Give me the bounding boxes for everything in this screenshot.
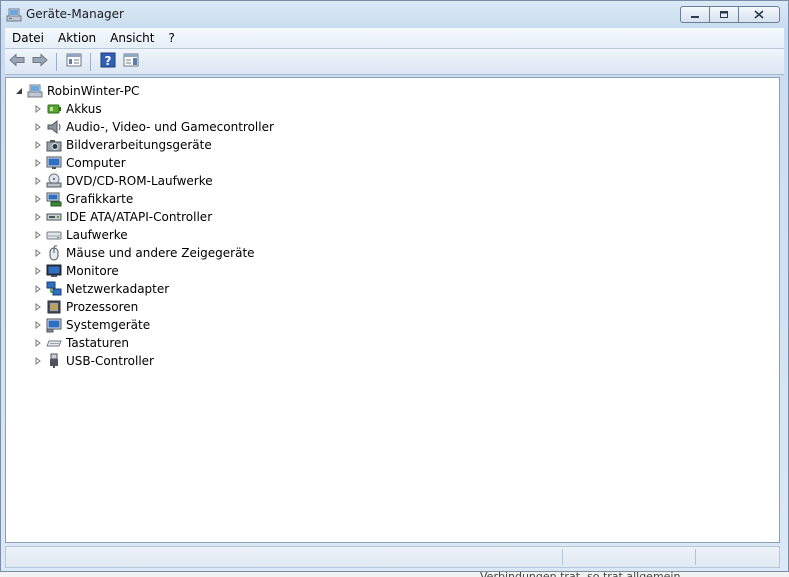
expand-arrow-icon[interactable] [33,249,42,258]
tree-item-label: Tastaturen [66,336,129,350]
tree-item-label: DVD/CD-ROM-Laufwerke [66,174,213,188]
device-tree[interactable]: RobinWinter-PC Akkus Audio-, Video- und … [5,77,780,543]
tree-item-systemgeraete[interactable]: Systemgeräte [33,316,150,334]
expand-arrow-icon[interactable] [33,357,42,366]
tree-item-label: Mäuse und andere Zeigegeräte [66,246,255,260]
menu-datei[interactable]: Datei [5,28,51,48]
tree-item-ide[interactable]: IDE ATA/ATAPI-Controller [33,208,212,226]
tree-item-label: Monitore [66,264,119,278]
tree-item-label: Netzwerkadapter [66,282,170,296]
device-manager-app-icon [6,7,22,23]
tree-item-label: Systemgeräte [66,318,151,332]
tree-item-monitore[interactable]: Monitore [33,262,119,280]
network-adapter-icon [46,281,62,297]
tree-item-label: Bildverarbeitungsgeräte [66,138,212,152]
tree-item-netzwerkadapter[interactable]: Netzwerkadapter [33,280,169,298]
minimize-button[interactable] [680,6,710,23]
forward-button[interactable] [29,52,51,72]
tree-item-dvd[interactable]: DVD/CD-ROM-Laufwerke [33,172,213,190]
toolbar-separator [56,52,57,71]
maximize-button[interactable] [709,6,739,23]
expand-arrow-icon[interactable] [33,213,42,222]
restore-icon [719,8,729,22]
tree-item-label: Audio-, Video- und Gamecontroller [66,120,274,134]
tree-root-node[interactable]: RobinWinter-PC [14,82,139,100]
action-pane-button[interactable] [120,52,142,72]
window-title: Geräte-Manager [26,7,124,21]
usb-icon [46,353,62,369]
expand-arrow-icon[interactable] [33,285,42,294]
expand-arrow-icon[interactable] [33,195,42,204]
system-devices-icon [46,317,62,333]
tree-item-label: Akkus [66,102,102,116]
close-icon [754,8,764,22]
expand-arrow-icon[interactable] [33,303,42,312]
speaker-icon [46,119,62,135]
computer-icon [46,155,62,171]
tree-item-label: Laufwerke [66,228,128,242]
expand-arrow-icon[interactable] [33,339,42,348]
background-window-text: Verbindungen trat, so trat allgemein [480,570,681,577]
computer-icon [27,83,43,99]
expand-arrow-icon[interactable] [33,141,42,150]
keyboard-icon [46,335,62,351]
menu-aktion[interactable]: Aktion [51,28,103,48]
status-divider [695,549,696,565]
window-controls [680,6,780,23]
camera-icon [46,137,62,153]
console-tree-icon [123,53,139,70]
properties-icon [66,53,82,70]
ide-controller-icon [46,209,62,225]
tree-item-bildverarbeitung[interactable]: Bildverarbeitungsgeräte [33,136,212,154]
minimize-icon [690,8,700,22]
tree-item-label: Prozessoren [66,300,139,314]
disk-drive-icon [46,227,62,243]
expand-arrow-icon[interactable] [33,177,42,186]
display-adapter-icon [46,191,62,207]
tree-item-tastaturen[interactable]: Tastaturen [33,334,129,352]
expand-arrow-icon[interactable] [33,159,42,168]
forward-arrow-icon [32,53,48,70]
toolbar: ? [5,49,784,75]
tree-item-laufwerke[interactable]: Laufwerke [33,226,128,244]
svg-text:?: ? [105,54,112,68]
tree-item-audio[interactable]: Audio-, Video- und Gamecontroller [33,118,274,136]
menu-ansicht[interactable]: Ansicht [103,28,161,48]
mouse-icon [46,245,62,261]
tree-item-usb[interactable]: USB-Controller [33,352,154,370]
tree-item-akkus[interactable]: Akkus [33,100,102,118]
back-arrow-icon [9,53,25,70]
monitor-icon [46,263,62,279]
tree-item-label: USB-Controller [66,354,154,368]
tree-item-grafikkarte[interactable]: Grafikkarte [33,190,133,208]
tree-item-maeuse[interactable]: Mäuse und andere Zeigegeräte [33,244,255,262]
menu-help[interactable]: ? [161,28,181,48]
expand-arrow-icon[interactable] [33,267,42,276]
tree-item-computer[interactable]: Computer [33,154,126,172]
tree-root-label: RobinWinter-PC [47,84,140,98]
tree-item-label: Grafikkarte [66,192,134,206]
processor-icon [46,299,62,315]
status-bar [5,546,780,568]
help-button[interactable]: ? [97,52,119,72]
tree-item-prozessoren[interactable]: Prozessoren [33,298,138,316]
expand-arrow-icon[interactable] [33,123,42,132]
tree-item-label: IDE ATA/ATAPI-Controller [66,210,213,224]
title-bar[interactable]: Geräte-Manager [1,1,788,29]
show-hide-console-tree-button[interactable] [63,52,85,72]
toolbar-separator [90,52,91,71]
help-icon: ? [100,52,116,71]
collapse-arrow-icon[interactable] [14,87,23,96]
status-divider [562,549,563,565]
back-button[interactable] [6,52,28,72]
device-manager-window: Geräte-Manager Datei Aktion Ansicht ? ? … [0,0,789,572]
expand-arrow-icon[interactable] [33,105,42,114]
expand-arrow-icon[interactable] [33,321,42,330]
battery-icon [46,101,62,117]
close-button[interactable] [738,6,780,23]
tree-item-label: Computer [66,156,126,170]
expand-arrow-icon[interactable] [33,231,42,240]
menu-bar: Datei Aktion Ansicht ? [5,28,784,49]
dvd-drive-icon [46,173,62,189]
